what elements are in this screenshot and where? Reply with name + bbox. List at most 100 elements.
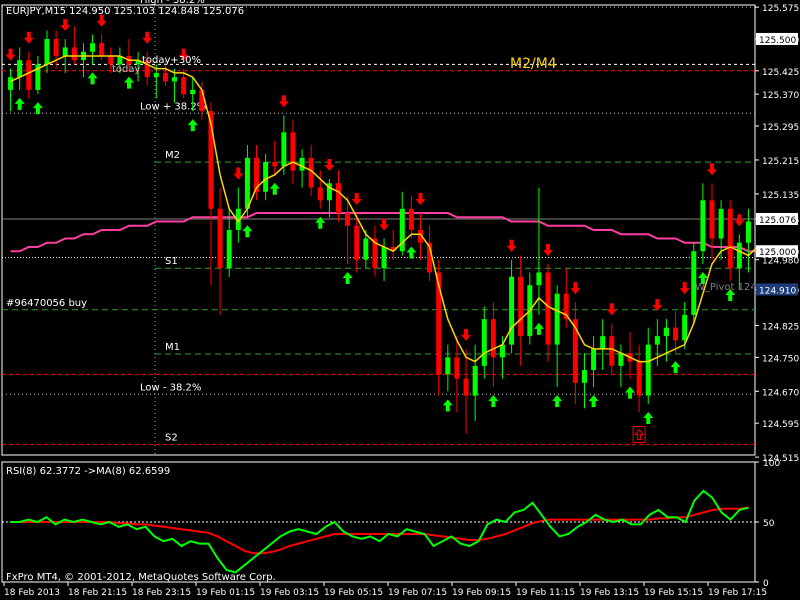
candle-body — [700, 200, 706, 252]
price-tag-label: 125.076 — [759, 216, 796, 226]
candle-body — [172, 77, 178, 82]
y-tick-label: 124.595 — [762, 420, 799, 430]
buy-arrow-icon — [242, 225, 253, 238]
x-tick-label: 19 Feb 05:15 — [324, 588, 383, 598]
buy-arrow-icon — [488, 395, 499, 408]
candle-body — [290, 132, 296, 171]
x-tick-label: 19 Feb 15:15 — [644, 588, 703, 598]
candle-body — [499, 344, 505, 358]
candle-body — [336, 183, 342, 214]
sell-arrow-icon — [5, 48, 16, 61]
candle-body — [190, 89, 196, 95]
candle-body — [591, 348, 597, 371]
candle-body — [600, 336, 606, 349]
candle-body — [162, 72, 168, 82]
chart-annotation: today — [112, 64, 141, 75]
y-tick-label: 125.295 — [762, 123, 799, 133]
buy-arrow-icon — [588, 395, 599, 408]
x-tick-label: 19 Feb 13:15 — [580, 588, 639, 598]
candle-body — [463, 378, 469, 396]
candle-body — [354, 225, 360, 260]
sell-arrow-icon — [60, 18, 71, 31]
rsi-ma-line — [10, 506, 749, 555]
price-chart[interactable]: High - 38.2%Low + 38.2%M2S1#96470056 buy… — [0, 0, 800, 600]
candle-body — [654, 336, 660, 345]
sell-arrow-icon — [379, 218, 390, 231]
y-tick-label: 124.750 — [762, 354, 799, 364]
sell-arrow-icon — [734, 214, 745, 227]
candle-body — [62, 47, 68, 56]
candle-body — [345, 213, 351, 226]
short-ma-line — [10, 55, 759, 363]
x-tick-label: 18 Feb 2013 — [4, 588, 60, 598]
x-tick-label: 19 Feb 07:15 — [388, 588, 447, 598]
candle-body — [509, 276, 515, 345]
buy-arrow-icon — [406, 246, 417, 259]
sell-arrow-icon — [570, 282, 581, 295]
buy-arrow-icon — [670, 361, 681, 374]
candle-body — [181, 77, 187, 95]
sell-arrow-icon — [679, 282, 690, 295]
candle-body — [53, 38, 59, 56]
buy-arrow-icon — [533, 322, 544, 335]
candle-body — [636, 361, 642, 396]
x-tick-label: 19 Feb 11:15 — [516, 588, 575, 598]
rsi-title: RSI(8) 62.3772 ->MA(8) 62.6599 — [6, 466, 170, 477]
y-tick-label: 125.215 — [762, 157, 799, 167]
level-label: S2 — [165, 432, 178, 443]
buy-arrow-icon — [442, 399, 453, 412]
rsi-y-tick-label: 100 — [763, 459, 780, 469]
candle-body — [199, 89, 205, 112]
candle-body — [709, 200, 715, 239]
y-tick-label: 125.135 — [762, 191, 799, 201]
x-tick-label: 19 Feb 09:15 — [452, 588, 511, 598]
chart-header: EURJPY,M15 124.950 125.103 124.848 125.0… — [6, 6, 244, 17]
candle-body — [44, 38, 50, 65]
candle-body — [545, 272, 551, 345]
y-tick-label: 125.370 — [762, 91, 799, 101]
candle-body — [381, 246, 387, 269]
buy-arrow-icon — [32, 102, 43, 115]
level-label: Low + 38.2% — [140, 101, 206, 112]
sell-arrow-icon — [461, 328, 472, 341]
candle-body — [26, 60, 32, 90]
candle-body — [490, 319, 496, 358]
candle-body — [518, 276, 524, 337]
sell-arrow-icon — [233, 167, 244, 180]
sell-arrow-icon — [324, 159, 335, 172]
x-tick-label: 19 Feb 17:15 — [708, 588, 767, 598]
candle-body — [445, 357, 451, 375]
sell-arrow-icon — [23, 31, 34, 44]
candle-body — [99, 43, 105, 56]
sell-arrow-icon — [278, 95, 289, 108]
candle-body — [736, 242, 742, 269]
candle-body — [618, 353, 624, 366]
mt4-chart-window: High - 38.2% Low + 38.2% M2 S1 #96470056 buy… — [0, 0, 800, 600]
chart-annotation: W_Pivot 124 — [695, 282, 757, 293]
sell-arrow-icon — [707, 163, 718, 176]
candle-body — [272, 162, 278, 167]
candle-body — [673, 327, 679, 341]
candle-body — [263, 162, 269, 192]
level-label: M1 — [165, 342, 180, 353]
y-tick-label: 125.575 — [762, 4, 799, 14]
candle-body — [718, 208, 724, 239]
sell-arrow-icon — [415, 193, 426, 206]
buy-arrow-icon — [552, 395, 563, 408]
candle-body — [281, 132, 287, 167]
rsi-y-tick-label: 50 — [763, 519, 775, 529]
sell-arrow-icon — [351, 193, 362, 206]
candle-body — [217, 208, 223, 269]
candle-body — [609, 336, 615, 366]
x-tick-label: 18 Feb 23:15 — [132, 588, 191, 598]
candle-body — [408, 208, 414, 230]
y-tick-label: 124.825 — [762, 323, 799, 333]
candle-body — [663, 327, 669, 337]
sell-arrow-icon — [606, 303, 617, 316]
candle-body — [90, 43, 96, 52]
candle-body — [682, 314, 688, 341]
candle-body — [727, 208, 733, 269]
candle-body — [153, 72, 159, 78]
chart-annotation: M2/M4 — [510, 56, 557, 72]
buy-arrow-icon — [14, 97, 25, 110]
